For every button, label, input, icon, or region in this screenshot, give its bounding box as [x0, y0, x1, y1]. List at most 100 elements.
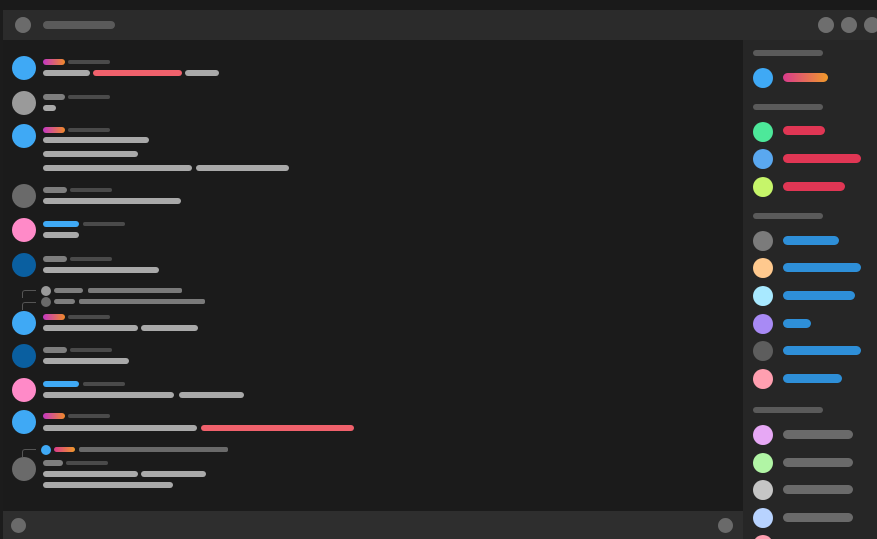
timestamp [66, 461, 108, 465]
member-avatar[interactable] [753, 314, 773, 334]
maximize-button[interactable] [841, 17, 857, 33]
member-name[interactable] [783, 430, 853, 439]
member-name[interactable] [783, 154, 861, 163]
member-avatar[interactable] [753, 149, 773, 169]
member-name[interactable] [783, 346, 861, 355]
message-text [43, 137, 149, 143]
reply-preview[interactable] [79, 299, 205, 304]
reply-connector [22, 449, 36, 457]
member-avatar[interactable] [753, 341, 773, 361]
member-avatar[interactable] [753, 453, 773, 473]
reply-avatar[interactable] [41, 445, 51, 455]
message-text [141, 325, 198, 331]
member-name[interactable] [783, 374, 842, 383]
member-name[interactable] [783, 126, 825, 135]
username[interactable] [43, 127, 65, 133]
chat-app-window [0, 0, 877, 539]
member-section-header [753, 407, 823, 413]
member-avatar[interactable] [753, 122, 773, 142]
user-avatar[interactable] [12, 344, 36, 368]
member-section-header [753, 213, 823, 219]
message-text [43, 425, 197, 431]
member-name[interactable] [783, 319, 811, 328]
user-avatar[interactable] [12, 378, 36, 402]
reply-username[interactable] [54, 447, 75, 452]
message-text [43, 482, 173, 488]
member-avatar[interactable] [753, 68, 773, 88]
user-avatar[interactable] [12, 91, 36, 115]
member-name[interactable] [783, 182, 845, 191]
attach-icon[interactable] [11, 518, 26, 533]
member-name[interactable] [783, 458, 853, 467]
user-avatar[interactable] [12, 311, 36, 335]
message-text [196, 165, 289, 171]
member-avatar[interactable] [753, 177, 773, 197]
username[interactable] [43, 187, 67, 193]
mention[interactable] [201, 425, 354, 431]
message-text [43, 358, 129, 364]
member-avatar[interactable] [753, 286, 773, 306]
timestamp [70, 257, 112, 261]
window-title [43, 21, 115, 29]
member-list[interactable] [743, 40, 877, 539]
user-avatar[interactable] [12, 457, 36, 481]
timestamp [68, 414, 110, 418]
message-text [43, 70, 90, 76]
reply-preview[interactable] [79, 447, 228, 452]
username[interactable] [43, 314, 65, 320]
message-text [43, 325, 138, 331]
member-avatar[interactable] [753, 231, 773, 251]
timestamp [68, 95, 110, 99]
timestamp [68, 128, 110, 132]
message-text [43, 267, 159, 273]
user-avatar[interactable] [12, 218, 36, 242]
username[interactable] [43, 59, 65, 65]
member-avatar[interactable] [753, 535, 773, 539]
message-composer[interactable] [3, 511, 743, 539]
top-strip [0, 0, 877, 10]
member-avatar[interactable] [753, 508, 773, 528]
username[interactable] [43, 221, 79, 227]
member-name[interactable] [783, 291, 855, 300]
username[interactable] [43, 256, 67, 262]
reply-username[interactable] [54, 299, 75, 304]
username[interactable] [43, 94, 65, 100]
close-button[interactable] [864, 17, 877, 33]
mention[interactable] [93, 70, 182, 76]
member-avatar[interactable] [753, 258, 773, 278]
minimize-button[interactable] [818, 17, 834, 33]
timestamp [83, 222, 125, 226]
reply-avatar[interactable] [41, 286, 51, 296]
username[interactable] [43, 460, 63, 466]
member-name[interactable] [783, 236, 839, 245]
user-avatar[interactable] [12, 410, 36, 434]
username[interactable] [43, 347, 67, 353]
timestamp [83, 382, 125, 386]
user-avatar[interactable] [12, 253, 36, 277]
username[interactable] [43, 381, 79, 387]
message-text [185, 70, 219, 76]
reply-avatar[interactable] [41, 297, 51, 307]
member-avatar[interactable] [753, 480, 773, 500]
member-section-header [753, 50, 823, 56]
member-name[interactable] [783, 513, 853, 522]
title-bar [3, 10, 877, 40]
username[interactable] [43, 413, 65, 419]
member-name[interactable] [783, 73, 828, 82]
message-list[interactable] [3, 40, 743, 511]
member-avatar[interactable] [753, 425, 773, 445]
timestamp [68, 60, 110, 64]
timestamp [68, 315, 110, 319]
member-name[interactable] [783, 263, 861, 272]
user-avatar[interactable] [12, 124, 36, 148]
message-text [43, 151, 138, 157]
reply-username[interactable] [54, 288, 83, 293]
message-text [43, 232, 79, 238]
user-avatar[interactable] [12, 184, 36, 208]
member-avatar[interactable] [753, 369, 773, 389]
emoji-icon[interactable] [718, 518, 733, 533]
message-text [141, 471, 206, 477]
user-avatar[interactable] [12, 56, 36, 80]
reply-preview[interactable] [88, 288, 182, 293]
member-name[interactable] [783, 485, 853, 494]
